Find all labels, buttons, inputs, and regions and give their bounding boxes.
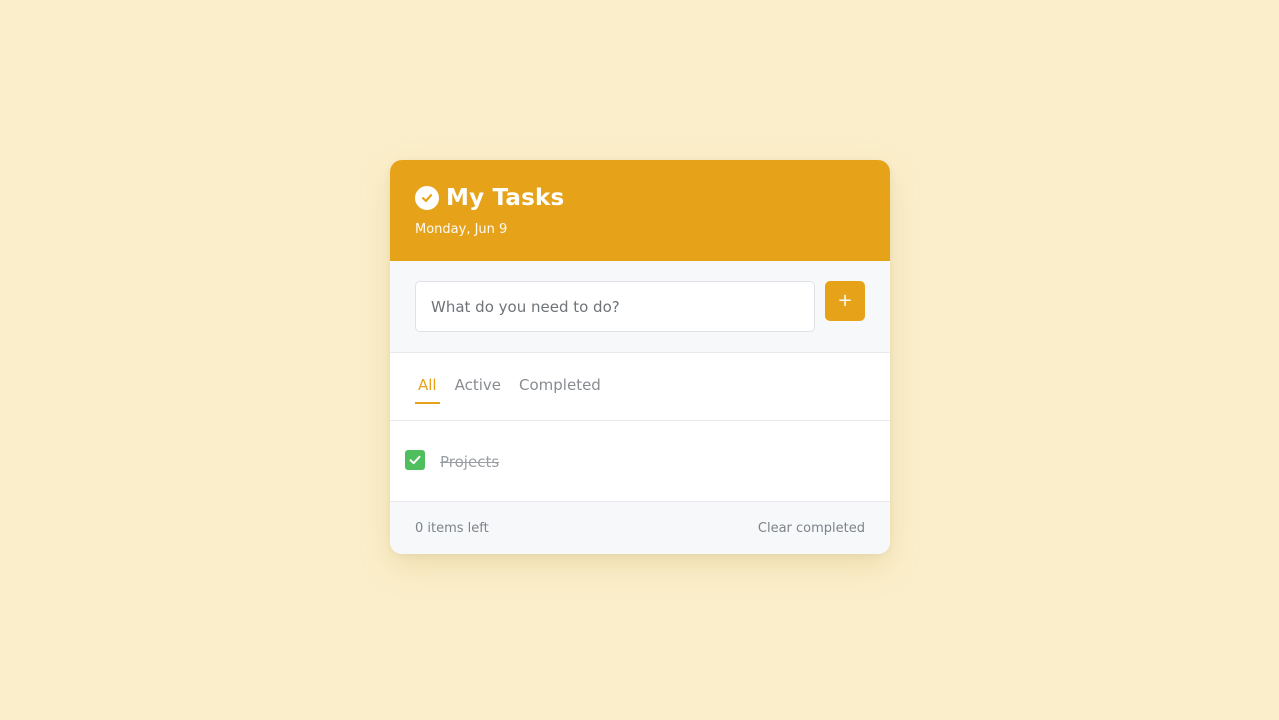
title-row: My Tasks bbox=[415, 184, 865, 212]
task-text: Projects bbox=[440, 453, 500, 471]
items-left-count: 0 items left bbox=[415, 520, 489, 536]
footer: 0 items left Clear completed bbox=[390, 502, 890, 554]
page-title: My Tasks bbox=[446, 185, 565, 211]
clear-completed-button[interactable]: Clear completed bbox=[758, 521, 865, 536]
tab-all[interactable]: All bbox=[415, 376, 440, 404]
filter-tabs: All Active Completed bbox=[390, 353, 890, 421]
check-circle-icon bbox=[415, 186, 439, 210]
task-checkbox[interactable] bbox=[405, 449, 425, 470]
date-label: Monday, Jun 9 bbox=[415, 222, 508, 237]
list-item: Projects bbox=[405, 448, 499, 471]
tab-active[interactable]: Active bbox=[452, 376, 504, 404]
input-area: + bbox=[390, 261, 890, 353]
add-task-button[interactable]: + bbox=[825, 281, 865, 321]
tab-completed[interactable]: Completed bbox=[516, 376, 604, 404]
header: My Tasks Monday, Jun 9 bbox=[390, 160, 890, 261]
checkmark-icon bbox=[409, 455, 421, 464]
task-list: Projects bbox=[390, 421, 890, 502]
todo-card: My Tasks Monday, Jun 9 + All Active Comp… bbox=[390, 160, 890, 554]
new-task-input[interactable] bbox=[415, 281, 815, 332]
